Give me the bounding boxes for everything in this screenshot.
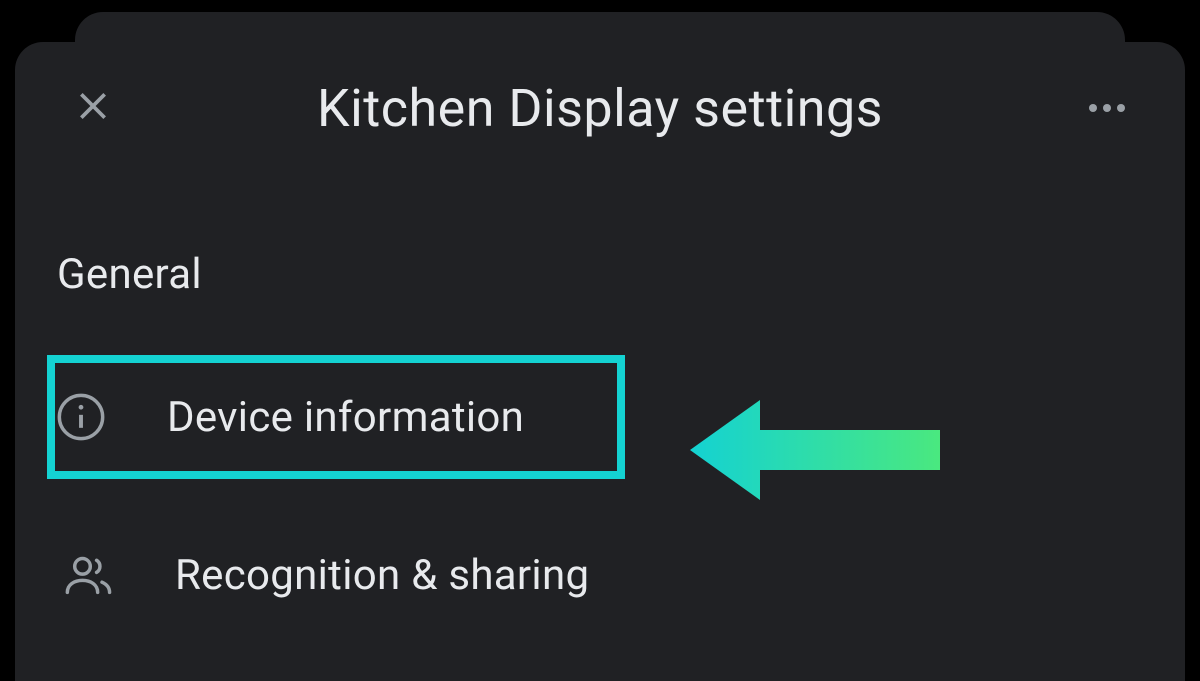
list-item-device-information[interactable]: Device information [47, 355, 625, 479]
modal-content: General Device information Rec [15, 132, 1185, 629]
more-horizontal-icon [1089, 104, 1125, 112]
more-button[interactable] [1083, 84, 1131, 132]
modal-title: Kitchen Display settings [317, 78, 883, 139]
modal-header: Kitchen Display settings [15, 42, 1185, 132]
people-icon [63, 549, 115, 601]
section-header-general: General [55, 250, 1145, 299]
close-icon [73, 86, 113, 130]
list-item-recognition-sharing[interactable]: Recognition & sharing [55, 521, 1145, 629]
list-item-label: Device information [167, 393, 524, 442]
settings-modal: Kitchen Display settings General Device … [15, 42, 1185, 681]
list-item-label: Recognition & sharing [175, 551, 589, 600]
close-button[interactable] [69, 84, 117, 132]
info-icon [55, 391, 107, 443]
